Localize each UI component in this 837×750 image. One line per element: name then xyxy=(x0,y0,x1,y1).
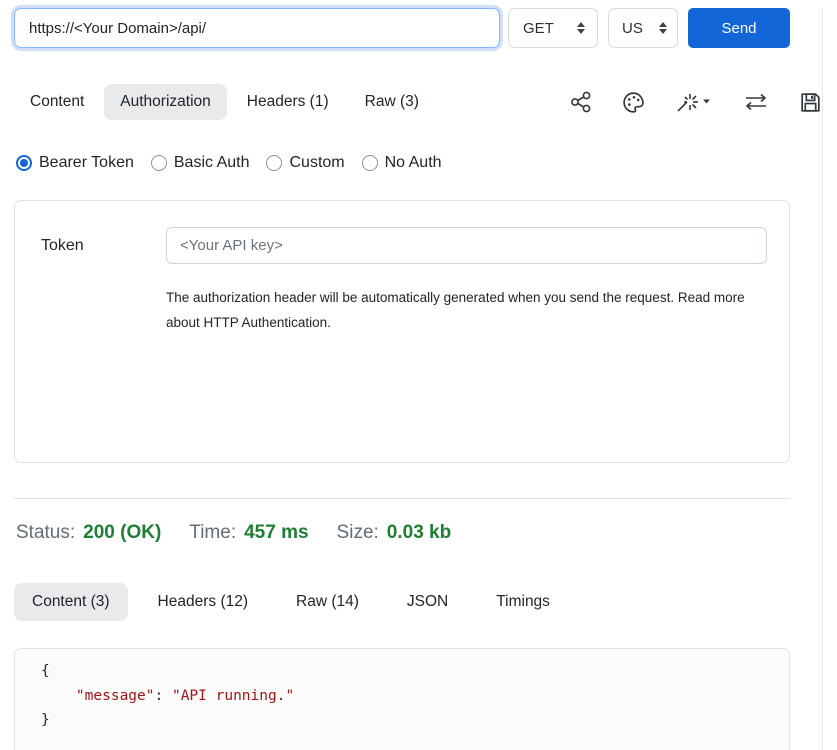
region-select-value: US xyxy=(622,20,643,37)
json-value: "API running." xyxy=(172,688,294,704)
select-arrows-icon xyxy=(577,22,585,34)
response-body[interactable]: { "message": "API running." } xyxy=(14,648,790,750)
tab-response-headers[interactable]: Headers (12) xyxy=(140,583,266,621)
radio-unselected-icon xyxy=(151,155,167,171)
radio-label: No Auth xyxy=(385,154,442,172)
palette-icon[interactable] xyxy=(621,90,646,115)
method-select[interactable]: GET xyxy=(508,8,598,48)
radio-bearer-token[interactable]: Bearer Token xyxy=(16,154,134,172)
region-select[interactable]: US xyxy=(608,8,678,48)
response-tabs: Content (3) Headers (12) Raw (14) JSON T… xyxy=(14,582,823,622)
tab-response-json[interactable]: JSON xyxy=(389,583,466,621)
code-line: { xyxy=(41,659,789,684)
send-button[interactable]: Send xyxy=(688,8,790,48)
token-row: Token xyxy=(41,227,767,264)
tab-response-timings[interactable]: Timings xyxy=(478,583,568,621)
code-line: } xyxy=(41,708,789,733)
tab-content[interactable]: Content xyxy=(14,84,100,120)
request-tabs: Content Authorization Headers (1) Raw (3… xyxy=(14,83,823,121)
response-status-bar: Status: 200 (OK) Time: 457 ms Size: 0.03… xyxy=(16,522,837,544)
token-panel: Token The authorization header will be a… xyxy=(14,200,790,463)
radio-label: Custom xyxy=(289,154,344,172)
token-input[interactable] xyxy=(166,227,767,264)
api-client-page: GET US Send Content Authorization Header… xyxy=(0,8,837,750)
radio-no-auth[interactable]: No Auth xyxy=(362,154,442,172)
tab-raw[interactable]: Raw (3) xyxy=(349,84,435,120)
time-value: 457 ms xyxy=(244,522,308,544)
status-label: Status: xyxy=(16,522,75,544)
radio-basic-auth[interactable]: Basic Auth xyxy=(151,154,250,172)
share-icon[interactable] xyxy=(569,90,593,114)
code-line: "message": "API running." xyxy=(41,684,789,709)
select-arrows-icon xyxy=(659,22,667,34)
tab-response-raw[interactable]: Raw (14) xyxy=(278,583,377,621)
request-bar: GET US Send xyxy=(14,8,837,48)
token-label: Token xyxy=(41,237,166,255)
save-icon[interactable] xyxy=(798,90,823,115)
swap-arrows-icon[interactable] xyxy=(742,90,770,114)
json-key: "message" xyxy=(41,688,155,704)
magic-wand-icon[interactable] xyxy=(674,90,714,115)
radio-unselected-icon xyxy=(362,155,378,171)
radio-label: Basic Auth xyxy=(174,154,250,172)
toolbar-icons xyxy=(569,90,823,115)
status-value: 200 (OK) xyxy=(83,522,161,544)
radio-label: Bearer Token xyxy=(39,154,134,172)
auth-options: Bearer Token Basic Auth Custom No Auth xyxy=(16,152,837,174)
size-value: 0.03 kb xyxy=(387,522,451,544)
page-right-divider xyxy=(822,8,823,750)
tab-authorization[interactable]: Authorization xyxy=(104,84,226,120)
url-input[interactable] xyxy=(14,8,500,48)
tab-headers[interactable]: Headers (1) xyxy=(231,84,345,120)
method-select-value: GET xyxy=(523,20,554,37)
auth-help-text: The authorization header will be automat… xyxy=(166,285,749,335)
section-divider xyxy=(14,498,790,499)
radio-custom[interactable]: Custom xyxy=(266,154,344,172)
size-label: Size: xyxy=(337,522,379,544)
time-label: Time: xyxy=(189,522,236,544)
radio-selected-icon xyxy=(16,155,32,171)
radio-unselected-icon xyxy=(266,155,282,171)
tab-response-content[interactable]: Content (3) xyxy=(14,583,128,621)
